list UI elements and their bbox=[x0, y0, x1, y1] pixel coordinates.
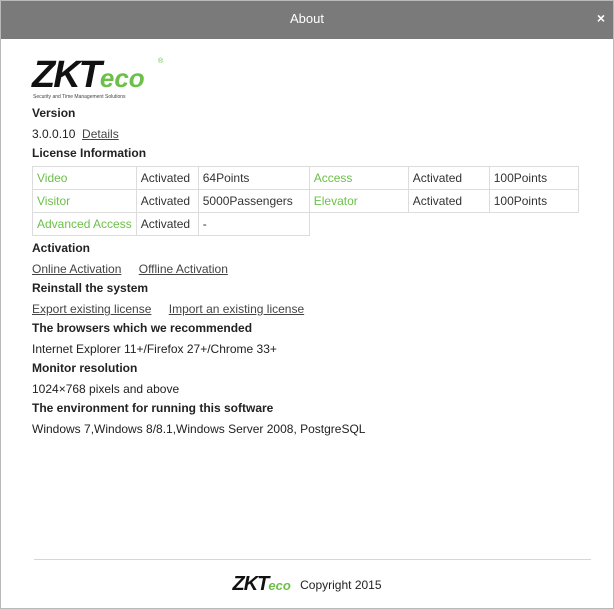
environment-heading: The environment for running this softwar… bbox=[32, 401, 274, 415]
activation-heading: Activation bbox=[32, 241, 91, 255]
activation-links: Online Activation Offline Activation bbox=[32, 261, 593, 277]
table-row: Advanced Access Activated - bbox=[32, 212, 579, 236]
empty-cell bbox=[489, 213, 578, 236]
footer: ZKTeco Copyright 2015 bbox=[1, 573, 613, 596]
license-amount: 100Points bbox=[488, 189, 579, 213]
empty-cell bbox=[309, 213, 408, 236]
license-table: Video Activated 64Points Access Activate… bbox=[32, 166, 579, 236]
license-feature: Visitor bbox=[32, 189, 137, 213]
browsers-heading: The browsers which we recommended bbox=[32, 321, 253, 335]
license-status: Activated bbox=[407, 166, 490, 190]
license-amount: 64Points bbox=[197, 166, 310, 190]
import-license-link[interactable]: Import an existing license bbox=[169, 302, 304, 316]
table-row: Visitor Activated 5000Passengers Elevato… bbox=[32, 189, 579, 213]
license-feature: Advanced Access bbox=[32, 212, 137, 236]
footer-logo: ZKTeco bbox=[232, 573, 291, 595]
environment-text: Windows 7,Windows 8/8.1,Windows Server 2… bbox=[32, 422, 366, 436]
online-activation-link[interactable]: Online Activation bbox=[32, 262, 121, 276]
version-number: 3.0.0.10 bbox=[32, 127, 76, 141]
dialog-title: About bbox=[290, 11, 324, 26]
footer-divider bbox=[34, 559, 591, 560]
license-status: Activated bbox=[135, 166, 199, 190]
logo-tagline: Security and Time Management Solutions bbox=[33, 94, 126, 100]
version-heading: Version bbox=[32, 106, 76, 120]
license-amount: 100Points bbox=[488, 166, 579, 190]
about-dialog: About × ZKTeco ® Security and Time Manag… bbox=[0, 0, 614, 609]
export-license-link[interactable]: Export existing license bbox=[32, 302, 151, 316]
license-heading: License Information bbox=[32, 146, 147, 160]
title-bar: About × bbox=[1, 1, 613, 39]
offline-activation-link[interactable]: Offline Activation bbox=[139, 262, 228, 276]
license-amount: 5000Passengers bbox=[197, 189, 310, 213]
registered-mark: ® bbox=[158, 58, 164, 65]
monitor-text: 1024×768 pixels and above bbox=[32, 382, 180, 396]
license-feature: Video bbox=[32, 166, 137, 190]
close-icon[interactable]: × bbox=[597, 10, 605, 26]
logo-wordmark: ZKTeco bbox=[32, 54, 145, 96]
reinstall-links: Export existing license Import an existi… bbox=[32, 301, 593, 317]
license-status: Activated bbox=[407, 189, 490, 213]
license-status: Activated bbox=[135, 212, 199, 236]
table-row: Video Activated 64Points Access Activate… bbox=[32, 166, 579, 190]
reinstall-heading: Reinstall the system bbox=[32, 281, 149, 295]
license-status: Activated bbox=[135, 189, 199, 213]
details-link[interactable]: Details bbox=[82, 127, 119, 141]
copyright-text: Copyright 2015 bbox=[300, 577, 382, 592]
empty-cell bbox=[408, 213, 489, 236]
license-feature: Elevator bbox=[308, 189, 409, 213]
browsers-text: Internet Explorer 11+/Firefox 27+/Chrome… bbox=[32, 342, 277, 356]
about-content: ZKTeco ® Security and Time Management So… bbox=[32, 56, 593, 437]
monitor-heading: Monitor resolution bbox=[32, 361, 138, 375]
license-amount: - bbox=[197, 212, 310, 236]
version-line: 3.0.0.10 Details bbox=[32, 126, 593, 142]
zkteco-logo: ZKTeco ® Security and Time Management So… bbox=[32, 56, 172, 106]
license-feature: Access bbox=[308, 166, 409, 190]
